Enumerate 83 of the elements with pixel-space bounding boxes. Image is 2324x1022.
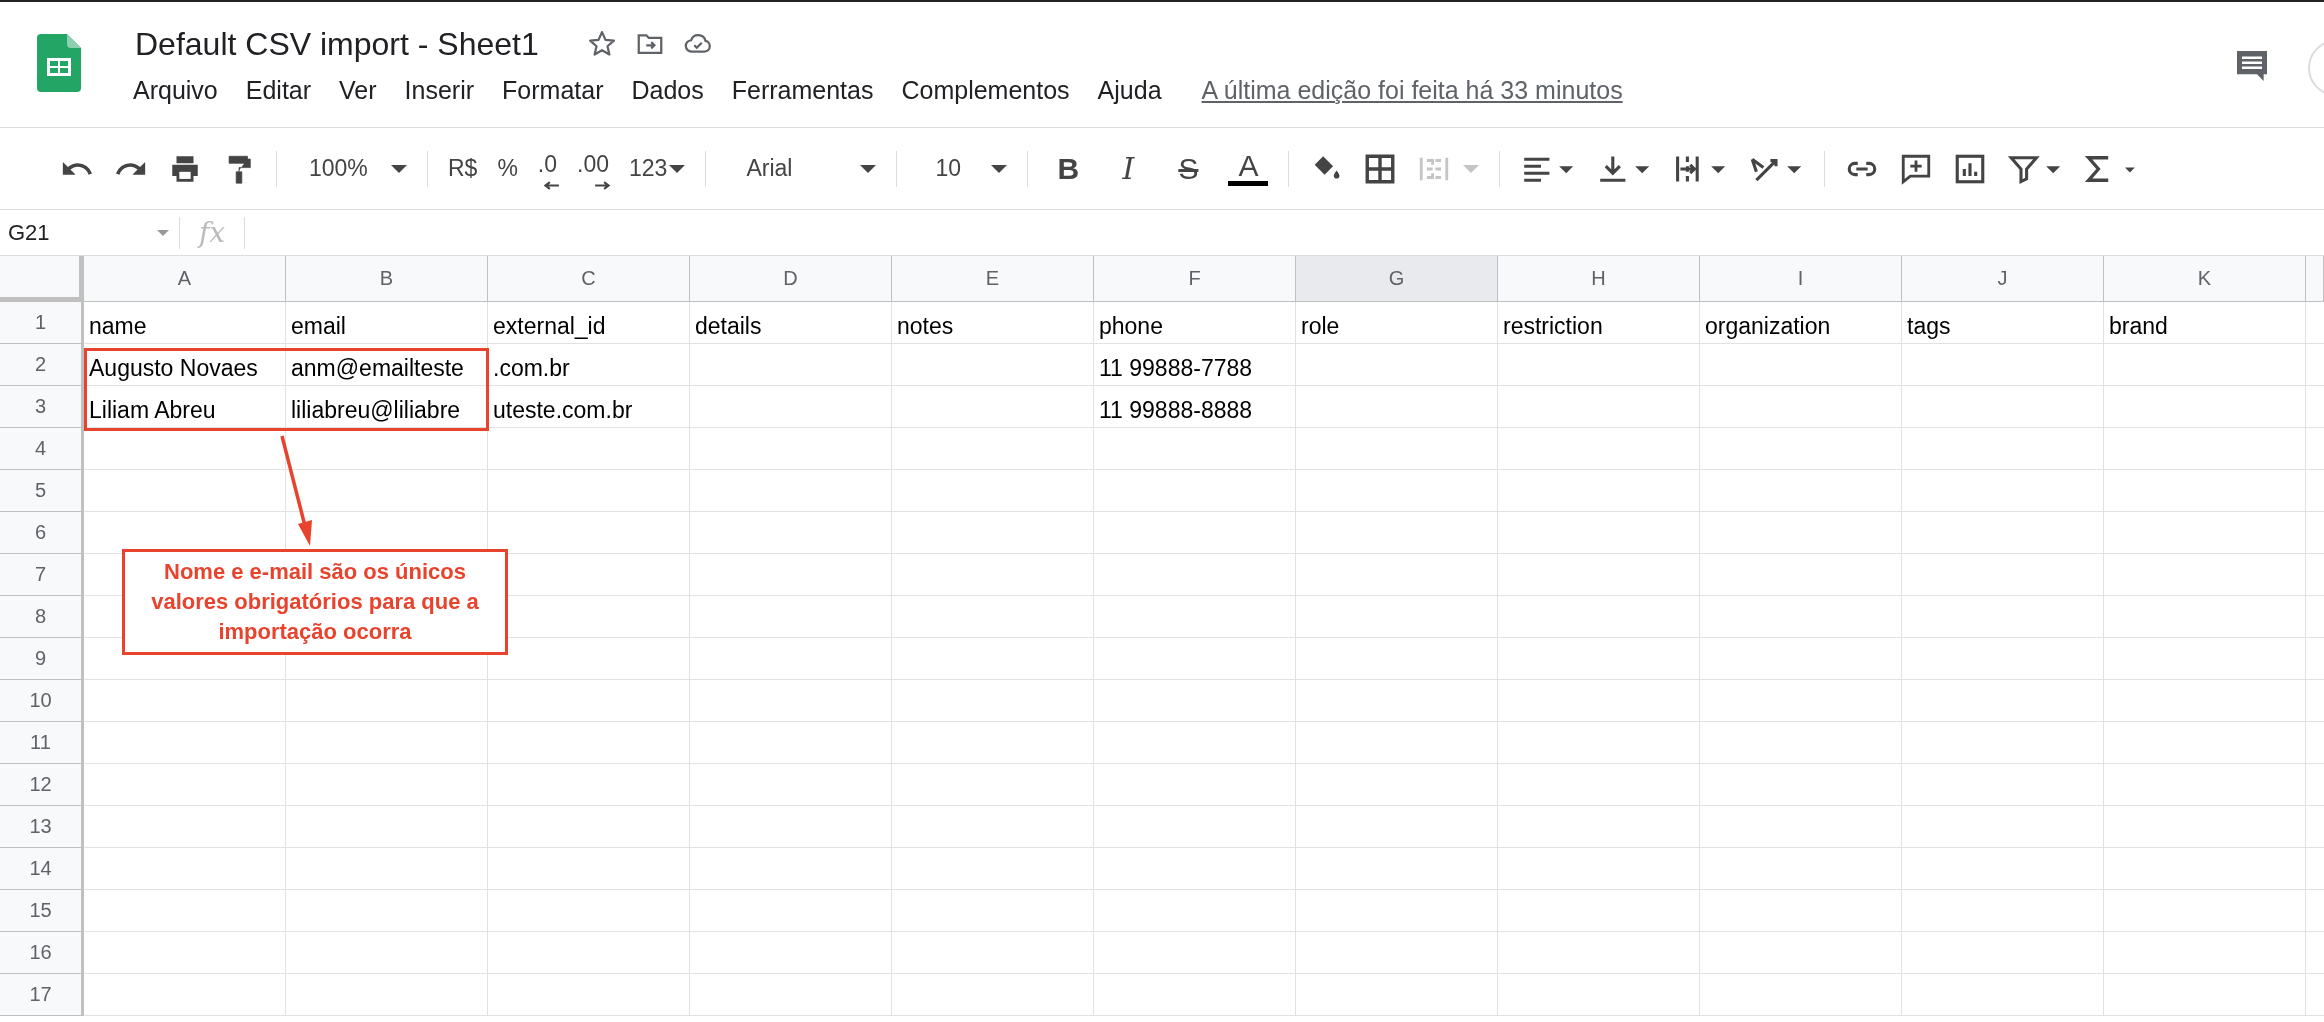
- table-cell: 11 99888-8888: [1099, 396, 1253, 424]
- column-header[interactable]: F: [1094, 256, 1296, 302]
- row-header[interactable]: 4: [0, 428, 84, 470]
- row-header[interactable]: 13: [0, 806, 84, 848]
- row-header[interactable]: 6: [0, 512, 84, 554]
- italic-button[interactable]: I: [1108, 151, 1149, 186]
- menu-item[interactable]: Ferramentas: [731, 76, 874, 105]
- menu-item[interactable]: Dados: [631, 76, 704, 105]
- table-cell: uteste.com.br: [493, 396, 633, 424]
- row-header[interactable]: 15: [0, 890, 84, 932]
- table-cell: 11 99888-7788: [1099, 354, 1253, 382]
- menu-item[interactable]: Complementos: [901, 76, 1070, 105]
- increase-decimals-button[interactable]: .00: [577, 151, 610, 186]
- table-cell: anm@emailteste: [291, 354, 464, 382]
- last-edit-link[interactable]: A última edição foi feita há 33 minutos: [1201, 76, 1623, 105]
- column-header[interactable]: J: [1902, 256, 2104, 302]
- arrow-icon: [595, 181, 612, 190]
- table-cell: role: [1301, 312, 1340, 340]
- row-header[interactable]: 1: [0, 302, 84, 344]
- table-cell: Augusto Novaes: [89, 354, 258, 382]
- column-header[interactable]: I: [1700, 256, 1902, 302]
- row-header[interactable]: 9: [0, 638, 84, 680]
- column-header[interactable]: E: [892, 256, 1094, 302]
- row-header[interactable]: 2: [0, 344, 84, 386]
- bold-button[interactable]: B: [1048, 151, 1089, 186]
- row-header[interactable]: 8: [0, 596, 84, 638]
- row-header[interactable]: 17: [0, 974, 84, 1016]
- column-header[interactable]: A: [84, 256, 286, 302]
- arrow-icon: [543, 181, 560, 190]
- row-header[interactable]: 3: [0, 386, 84, 428]
- column-header[interactable]: B: [286, 256, 488, 302]
- strikethrough-button[interactable]: S: [1168, 151, 1209, 186]
- menu-item[interactable]: Inserir: [404, 76, 475, 105]
- table-cell: name: [89, 312, 147, 340]
- table-cell: .com.br: [493, 354, 570, 382]
- number-format-dropdown[interactable]: 123: [629, 155, 686, 182]
- text-color-button[interactable]: A: [1228, 151, 1269, 186]
- document-title[interactable]: Default CSV import - Sheet1: [135, 25, 539, 63]
- row-header[interactable]: 11: [0, 722, 84, 764]
- row-header[interactable]: 16: [0, 932, 84, 974]
- menu-item[interactable]: Arquivo: [133, 76, 218, 105]
- menu-item[interactable]: Editar: [245, 76, 312, 105]
- annotation-note: Nome e e-mail são os únicos valores obrigatórios para que a importação ocorra: [122, 549, 508, 655]
- caret-icon: [669, 164, 686, 173]
- cell-reference-field[interactable]: G21: [0, 216, 180, 249]
- zoom-dropdown[interactable]: 100%: [297, 155, 407, 182]
- sheets-logo-icon[interactable]: [37, 34, 81, 92]
- table-cell: organization: [1705, 312, 1831, 340]
- table-cell: phone: [1099, 312, 1163, 340]
- caret-icon: [860, 164, 877, 173]
- column-header[interactable]: G: [1296, 256, 1498, 302]
- table-cell: tags: [1907, 312, 1951, 340]
- table-cell: brand: [2109, 312, 2168, 340]
- caret-icon: [157, 229, 169, 236]
- star-icon[interactable]: [586, 29, 617, 59]
- fx-label: fx: [180, 216, 245, 249]
- table-cell: Liliam Abreu: [89, 396, 216, 424]
- menu-item[interactable]: Ver: [339, 76, 377, 105]
- menu-item[interactable]: Ajuda: [1097, 76, 1162, 105]
- table-cell: email: [291, 312, 346, 340]
- column-header[interactable]: H: [1498, 256, 1700, 302]
- column-header[interactable]: K: [2104, 256, 2306, 302]
- table-cell: notes: [897, 312, 954, 340]
- column-header[interactable]: C: [488, 256, 690, 302]
- row-header[interactable]: 12: [0, 764, 84, 806]
- caret-icon: [1463, 164, 1480, 173]
- caret-icon: [391, 164, 407, 173]
- row-header[interactable]: 7: [0, 554, 84, 596]
- font-dropdown[interactable]: Arial: [726, 155, 877, 182]
- table-cell: liliabreu@liliabre: [291, 396, 461, 424]
- percent-button[interactable]: %: [497, 155, 518, 182]
- table-cell: restriction: [1503, 312, 1603, 340]
- font-size-dropdown[interactable]: 10: [917, 155, 1008, 182]
- column-header[interactable]: D: [690, 256, 892, 302]
- decrease-decimals-button[interactable]: .0: [537, 151, 558, 186]
- row-header[interactable]: 5: [0, 470, 84, 512]
- row-header[interactable]: 14: [0, 848, 84, 890]
- currency-button[interactable]: R$: [448, 155, 478, 182]
- caret-icon: [991, 164, 1008, 173]
- table-cell: external_id: [493, 312, 606, 340]
- menu-item[interactable]: Formatar: [502, 76, 604, 105]
- row-header[interactable]: 10: [0, 680, 84, 722]
- table-cell: details: [695, 312, 762, 340]
